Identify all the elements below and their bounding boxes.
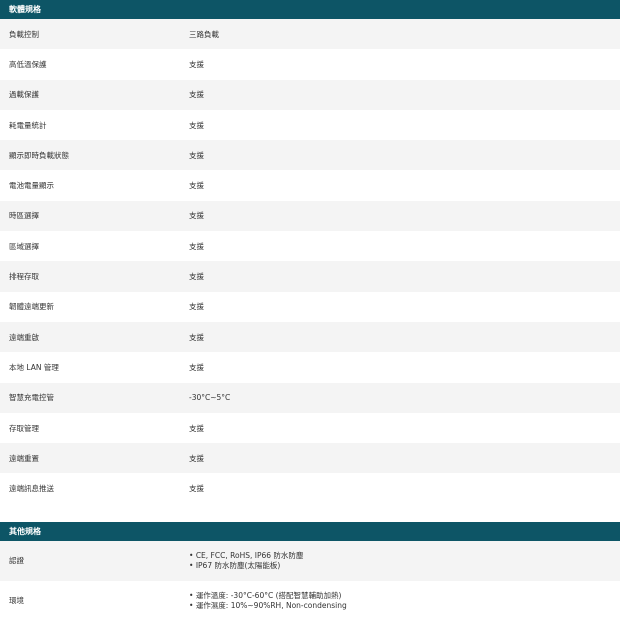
table-row: 電池電量顯示 支援 <box>0 170 620 201</box>
spec-value-list: 運作溫度: -30°C-60°C (搭配智慧輔助加熱) 運作濕度: 10%~90… <box>189 581 620 620</box>
table-row: 高低溫保護 支援 <box>0 49 620 80</box>
spec-value: 支援 <box>189 181 204 191</box>
table-row: 韌體遠端更新 支援 <box>0 291 620 322</box>
spec-value-list: CE, FCC, RoHS, IP66 防水防塵 IP67 防水防塵(太陽能板) <box>189 541 620 581</box>
spec-label: 存取管理 <box>9 423 39 433</box>
spec-label: 區域選擇 <box>9 241 39 251</box>
spec-label: 智慧充電控管 <box>9 393 54 403</box>
spec-value: 支援 <box>189 150 204 160</box>
list-item: CE, FCC, RoHS, IP66 防水防塵 <box>189 551 620 561</box>
spec-label: 顯示即時負載狀態 <box>9 150 69 160</box>
spec-value: 支援 <box>189 211 204 221</box>
list-item: 運作濕度: 10%~90%RH, Non-condensing <box>189 601 620 611</box>
spec-value: 支援 <box>189 59 204 69</box>
table-row: 時區選擇 支援 <box>0 200 620 232</box>
spec-value: 支援 <box>189 484 204 494</box>
table-row: 遠端重啟 支援 <box>0 321 620 353</box>
list-item: 運作溫度: -30°C-60°C (搭配智慧輔助加熱) <box>189 591 620 601</box>
spec-value: 支援 <box>189 362 204 372</box>
section-gap <box>0 503 620 522</box>
table-row: 存取管理 支援 <box>0 412 620 444</box>
table-row: 過載保護 支援 <box>0 79 620 110</box>
table-row: 認證 CE, FCC, RoHS, IP66 防水防塵 IP67 防水防塵(太陽… <box>0 540 620 581</box>
table-row: 區域選擇 支援 <box>0 231 620 262</box>
spec-label: 本地 LAN 管理 <box>9 362 59 372</box>
spec-value: 支援 <box>189 90 204 100</box>
spec-page: 軟體規格 負載控制 三路負載 高低溫保護 支援 過載保護 支援 耗電量統計 支援… <box>0 0 620 620</box>
spec-label: 過載保護 <box>9 90 39 100</box>
spec-value: 支援 <box>189 423 204 433</box>
other-spec-header: 其他規格 <box>0 521 620 541</box>
spec-label: 高低溫保護 <box>9 59 47 69</box>
spec-value: -30°C~5°C <box>189 393 231 403</box>
table-row: 環境 運作溫度: -30°C-60°C (搭配智慧輔助加熱) 運作濕度: 10%… <box>0 580 620 620</box>
table-row: 智慧充電控管 -30°C~5°C <box>0 382 620 413</box>
spec-label: 環境 <box>9 596 24 606</box>
spec-value: 三路負載 <box>189 29 219 39</box>
spec-label: 耗電量統計 <box>9 120 47 130</box>
spec-value: 支援 <box>189 332 204 342</box>
spec-label: 排程存取 <box>9 272 39 282</box>
spec-label: 負載控制 <box>9 29 39 39</box>
table-row: 本地 LAN 管理 支援 <box>0 352 620 383</box>
spec-value: 支援 <box>189 453 204 463</box>
spec-label: 韌體遠端更新 <box>9 302 54 312</box>
table-row: 排程存取 支援 <box>0 261 620 292</box>
spec-label: 認證 <box>9 556 24 566</box>
table-row: 耗電量統計 支援 <box>0 109 620 141</box>
table-row: 負載控制 三路負載 <box>0 19 620 50</box>
table-row: 遠端訊息推送 支援 <box>0 473 620 504</box>
spec-label: 遠端重置 <box>9 453 39 463</box>
software-spec-table: 負載控制 三路負載 高低溫保護 支援 過載保護 支援 耗電量統計 支援 顯示即時… <box>0 19 620 504</box>
spec-label: 遠端重啟 <box>9 332 39 342</box>
spec-value: 支援 <box>189 241 204 251</box>
spec-value: 支援 <box>189 302 204 312</box>
environment-list: 運作溫度: -30°C-60°C (搭配智慧輔助加熱) 運作濕度: 10%~90… <box>189 591 620 611</box>
spec-value: 支援 <box>189 120 204 130</box>
software-spec-header: 軟體規格 <box>0 0 620 19</box>
other-spec-table: 認證 CE, FCC, RoHS, IP66 防水防塵 IP67 防水防塵(太陽… <box>0 540 620 620</box>
spec-label: 遠端訊息推送 <box>9 484 54 494</box>
certification-list: CE, FCC, RoHS, IP66 防水防塵 IP67 防水防塵(太陽能板) <box>189 551 620 571</box>
spec-label: 時區選擇 <box>9 211 39 221</box>
table-row: 顯示即時負載狀態 支援 <box>0 140 620 171</box>
table-row: 遠端重置 支援 <box>0 443 620 474</box>
spec-value: 支援 <box>189 272 204 282</box>
spec-label: 電池電量顯示 <box>9 181 54 191</box>
list-item: IP67 防水防塵(太陽能板) <box>189 561 620 571</box>
